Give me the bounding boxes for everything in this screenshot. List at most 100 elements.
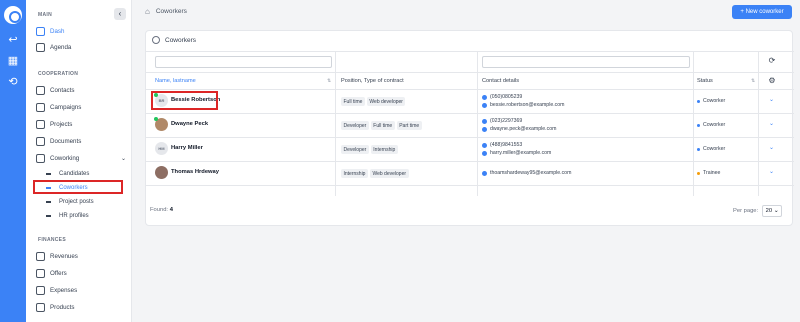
table-row[interactable]: Thomas Hrdeway Internship Web developer … bbox=[146, 161, 794, 185]
sidebar-item-campaigns[interactable]: Campaigns bbox=[36, 100, 126, 114]
gear-icon[interactable]: ⚙ bbox=[767, 76, 777, 86]
tag-list: Internship Web developer bbox=[341, 169, 409, 178]
section-cooperation-label: COOPERATION bbox=[38, 71, 79, 77]
tag: Internship bbox=[370, 145, 398, 154]
coworker-name[interactable]: Harry Miller bbox=[171, 145, 203, 151]
status-dot bbox=[697, 147, 700, 151]
sidebar-subitem-hr-profiles[interactable]: HR profiles bbox=[46, 210, 89, 222]
sidebar-item-agenda[interactable]: Agenda bbox=[36, 40, 126, 54]
refresh-icon[interactable]: ⟳ bbox=[767, 56, 777, 66]
status-dot bbox=[697, 99, 700, 103]
sidebar-item-offers[interactable]: Offers bbox=[36, 266, 126, 280]
chevron-down-icon[interactable]: ⌄ bbox=[769, 96, 774, 103]
sidebar-item-revenues[interactable]: Revenues bbox=[36, 249, 126, 263]
column-header-status[interactable]: Status bbox=[697, 78, 713, 84]
coworker-name[interactable]: Thomas Hrdeway bbox=[171, 169, 219, 175]
email-text[interactable]: dwayne.peck@example.com bbox=[490, 126, 556, 132]
home-icon[interactable]: ⌂ bbox=[145, 7, 150, 16]
table-row[interactable]: Dwayne Peck Developer Full time Part tim… bbox=[146, 113, 794, 137]
sidebar-item-dash[interactable]: Dash bbox=[36, 24, 126, 38]
coworking-icon bbox=[36, 153, 45, 163]
section-main-label: MAIN bbox=[38, 12, 52, 18]
sidebar-item-label: Coworking bbox=[50, 154, 80, 162]
found-count: Found: 4 bbox=[150, 207, 173, 213]
sidebar-item-label: Offers bbox=[50, 269, 67, 277]
card-title: Coworkers bbox=[152, 36, 196, 44]
phone-text[interactable]: (050)0805239 bbox=[490, 94, 522, 100]
tag: Full time bbox=[341, 97, 365, 106]
offers-icon bbox=[36, 268, 45, 278]
breadcrumb: ⌂ Coworkers bbox=[145, 7, 187, 16]
coworker-name[interactable]: Dwayne Peck bbox=[171, 121, 208, 127]
contacts-icon bbox=[36, 85, 45, 95]
sidebar-item-label: Products bbox=[50, 303, 75, 311]
email-icon bbox=[482, 150, 487, 156]
collapse-sidebar-button[interactable]: ‹ bbox=[114, 8, 126, 20]
email-icon bbox=[482, 126, 487, 132]
back-arrow-icon[interactable]: ↩ bbox=[7, 34, 19, 46]
sidebar-subitem-label: Project posts bbox=[59, 199, 94, 205]
megaphone-icon bbox=[36, 102, 45, 112]
sidebar-item-label: Documents bbox=[50, 137, 82, 145]
sidebar-item-documents[interactable]: Documents bbox=[36, 134, 126, 148]
tag-list: Developer Full time Part time bbox=[341, 121, 422, 130]
sidebar-item-coworking[interactable]: Coworking ⌄ bbox=[36, 151, 126, 165]
per-page-select[interactable]: 20 ⌄ bbox=[762, 205, 783, 217]
dash-icon bbox=[46, 173, 51, 175]
sort-icon[interactable]: ⇅ bbox=[327, 78, 331, 84]
revenue-icon bbox=[36, 251, 45, 261]
per-page-control: Per page: 20 ⌄ bbox=[733, 205, 783, 217]
contact-details: thoamshardeway95@example.com bbox=[482, 169, 571, 177]
table-row[interactable]: HM Harry Miller Developer Internship (48… bbox=[146, 137, 794, 161]
phone-text[interactable]: (488)9841553 bbox=[490, 142, 522, 148]
contact-filter-input[interactable] bbox=[482, 56, 690, 68]
contact-details: (023)2297369 dwayne.peck@example.com bbox=[482, 117, 556, 133]
status-dot bbox=[697, 171, 700, 175]
highlight-coworkers bbox=[33, 180, 123, 194]
avatar bbox=[154, 117, 168, 131]
email-text[interactable]: harry.miller@example.com bbox=[490, 150, 551, 156]
column-header-contact[interactable]: Contact details bbox=[482, 78, 519, 84]
tag-list: Developer Internship bbox=[341, 145, 398, 154]
app-rail: ↩ ▦ ⟲ bbox=[0, 0, 26, 322]
tag: Web developer bbox=[366, 97, 406, 106]
status-badge: Trainee bbox=[697, 170, 720, 176]
sidebar-item-label: Campaigns bbox=[50, 103, 82, 111]
tag: Full time bbox=[370, 121, 395, 130]
sidebar-item-label: Expenses bbox=[50, 286, 78, 294]
new-coworker-button[interactable]: + New coworker bbox=[732, 5, 792, 19]
sidebar-subitem-project-posts[interactable]: Project posts bbox=[46, 196, 94, 208]
sidebar-subitem-candidates[interactable]: Candidates bbox=[46, 168, 89, 180]
dash-icon bbox=[46, 201, 51, 203]
chevron-down-icon[interactable]: ⌄ bbox=[769, 144, 774, 151]
logout-icon[interactable]: ⟲ bbox=[7, 76, 19, 88]
sidebar-item-contacts[interactable]: Contacts bbox=[36, 83, 126, 97]
sidebar-item-expenses[interactable]: Expenses bbox=[36, 283, 126, 297]
dashboard-icon bbox=[36, 26, 45, 36]
sort-icon[interactable]: ⇅ bbox=[751, 78, 755, 84]
table-row[interactable]: BR Bessie Robertson Full time Web develo… bbox=[146, 89, 794, 113]
email-text[interactable]: thoamshardeway95@example.com bbox=[490, 170, 571, 176]
coworkers-card: Coworkers ⟳ Name, lastname ⇅ Position, T… bbox=[145, 30, 794, 226]
projects-icon bbox=[36, 119, 45, 129]
column-header-position[interactable]: Position, Type of contract bbox=[341, 78, 404, 84]
chevron-down-icon[interactable]: ⌄ bbox=[769, 168, 774, 175]
email-text[interactable]: bessie.robertson@example.com bbox=[490, 102, 564, 108]
column-header-name[interactable]: Name, lastname bbox=[155, 78, 196, 84]
apps-grid-icon[interactable]: ▦ bbox=[7, 55, 19, 67]
status-badge: Coworker bbox=[697, 98, 725, 104]
sidebar-item-products[interactable]: Products bbox=[36, 300, 126, 314]
tag-list: Full time Web developer bbox=[341, 97, 406, 106]
sidebar-item-projects[interactable]: Projects bbox=[36, 117, 126, 131]
person-icon bbox=[152, 36, 160, 44]
chevron-down-icon: ⌄ bbox=[120, 155, 126, 162]
phone-icon bbox=[482, 118, 487, 124]
avatar: HM bbox=[155, 142, 168, 155]
name-filter-input[interactable] bbox=[155, 56, 332, 68]
chevron-down-icon[interactable]: ⌄ bbox=[769, 120, 774, 127]
phone-text[interactable]: (023)2297369 bbox=[490, 118, 522, 124]
phone-icon bbox=[482, 94, 487, 100]
sidebar: MAIN ‹ Dash Agenda COOPERATION Contacts … bbox=[26, 0, 132, 322]
sidebar-subitem-label: HR profiles bbox=[59, 213, 89, 219]
app-logo[interactable] bbox=[4, 6, 22, 24]
